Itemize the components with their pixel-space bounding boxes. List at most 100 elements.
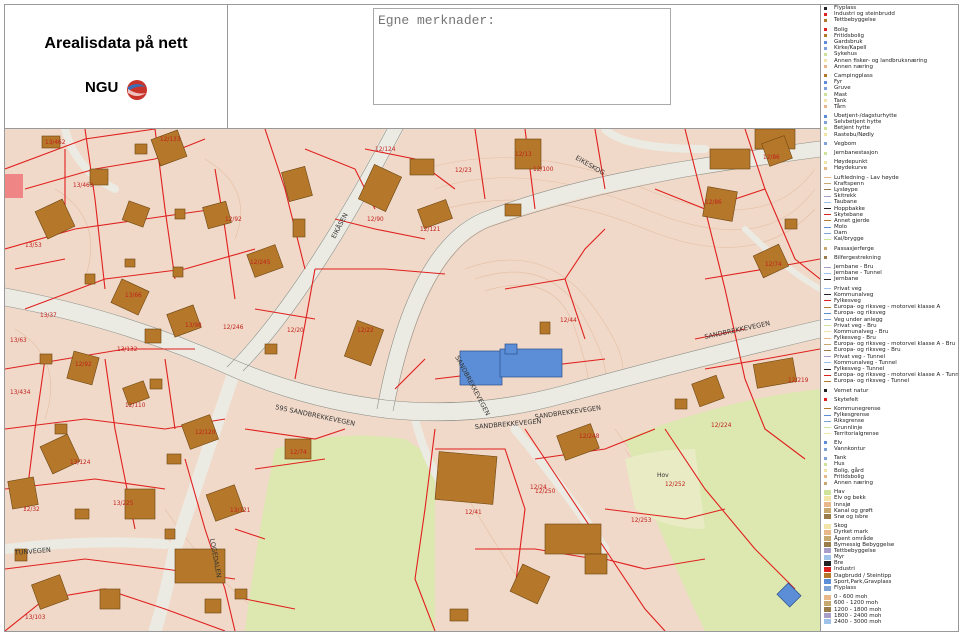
legend-symbol-icon xyxy=(824,65,827,69)
parcel-label: 13/37 xyxy=(40,313,57,319)
legend-label: Kommunalveg - Bru xyxy=(834,328,889,335)
legend-label: Gardsbruk xyxy=(834,39,863,46)
legend-symbol-icon xyxy=(824,80,827,84)
legend-label: Myr xyxy=(834,554,845,561)
legend-label: Hoppbakke xyxy=(834,205,865,212)
legend-label: Taubane xyxy=(834,199,858,206)
legend-symbol-icon xyxy=(824,502,831,508)
legend-symbol-icon xyxy=(824,34,827,38)
legend-symbol-icon xyxy=(824,52,827,56)
legend-symbol-icon xyxy=(824,59,827,63)
legend-symbol-icon xyxy=(824,272,831,274)
legend-symbol-icon xyxy=(824,433,831,435)
parcel-label: 13/132 xyxy=(117,347,138,353)
legend-symbol-icon xyxy=(824,93,827,97)
map-canvas[interactable]: SANDBREKKEVEGEN SANDBREKKEVEGENSANDBREKKE… xyxy=(5,129,820,631)
legend-symbol-icon xyxy=(824,374,831,376)
parcel-label: 13/98 xyxy=(185,323,202,329)
legend-symbol-icon xyxy=(824,133,827,137)
legend-symbol-icon xyxy=(824,6,827,10)
legend-symbol-icon xyxy=(824,294,831,296)
legend-symbol-icon xyxy=(824,349,831,351)
legend-label: Bolig xyxy=(834,26,848,33)
parcel-label: 12/86 xyxy=(763,155,780,161)
legend-symbol-icon xyxy=(824,306,831,308)
legend-symbol-icon xyxy=(824,469,827,473)
legend-symbol-icon xyxy=(824,160,827,164)
legend-symbol-icon xyxy=(824,441,827,445)
legend-symbol-icon xyxy=(824,579,831,585)
legend-label: Tank xyxy=(834,97,847,104)
legend-label: Dagbrudd / Steintipp xyxy=(834,572,892,579)
legend-label: Kirke/Kapell xyxy=(834,45,867,52)
legend-label: Annen næring xyxy=(834,480,874,487)
legend-label: Elv og bekk xyxy=(834,495,866,502)
legend-label: Europa- og riksveg - motorvei klasse A -… xyxy=(834,341,956,348)
parcel-label: 12/124 xyxy=(375,147,396,153)
notes-textarea[interactable] xyxy=(373,8,671,105)
legend-label: Kai/brygge xyxy=(834,236,864,243)
parcel-label: 12/44 xyxy=(560,318,577,324)
legend-label: Fylkesveg xyxy=(834,297,861,304)
legend-symbol-icon xyxy=(824,447,827,451)
legend-symbol-icon xyxy=(824,105,827,109)
legend-label: Skytebane xyxy=(834,211,864,218)
legend-item: Europa- og riksveg - motorvei klasse A -… xyxy=(821,341,958,347)
legend-symbol-icon xyxy=(824,266,831,268)
legend-symbol-icon xyxy=(824,232,831,234)
header-panel: Arealisdata på nett NGU xyxy=(4,4,821,129)
legend-label: Mast xyxy=(834,91,848,98)
legend-symbol-icon xyxy=(824,166,827,170)
legend-symbol-icon xyxy=(824,325,831,327)
legend-label: Riksgrense xyxy=(834,418,865,425)
parcel-label: 13/103 xyxy=(25,615,46,621)
legend-label: Fritidsbolig xyxy=(834,32,864,39)
legend-label: Dam xyxy=(834,230,847,237)
legend-symbol-icon xyxy=(824,389,827,393)
legend-symbol-icon xyxy=(824,99,827,103)
legend-label: Fylkesveg - Bru xyxy=(834,335,876,342)
legend-symbol-icon xyxy=(824,256,827,260)
parcel-label: 13/462 xyxy=(45,140,66,146)
legend-symbol-icon xyxy=(824,337,831,339)
legend-symbol-icon xyxy=(824,238,831,240)
legend-label: 2400 - 3000 moh xyxy=(834,618,882,625)
legend-symbol-icon xyxy=(824,414,831,416)
legend-label: Annen fisker- og landbruksnæring xyxy=(834,57,928,64)
legend-symbol-icon xyxy=(824,12,827,16)
legend-symbol-icon xyxy=(824,195,831,197)
legend-symbol-icon xyxy=(824,312,831,314)
parcel-label: 12/224 xyxy=(711,423,732,429)
legend-symbol-icon xyxy=(824,607,831,613)
legend-label: Selvbetjent hytte xyxy=(834,119,882,126)
map-view[interactable]: SANDBREKKEVEGEN SANDBREKKEVEGEN SANDBREKKE… xyxy=(4,128,821,632)
legend-symbol-icon xyxy=(824,183,831,185)
legend-item: Europa- og riksveg - motorvei klasse A xyxy=(821,304,958,310)
legend-symbol-icon xyxy=(824,331,831,333)
parcel-label: 12/20 xyxy=(287,328,304,334)
legend-symbol-icon xyxy=(824,600,831,606)
legend-label: Privat veg - Bru xyxy=(834,322,877,329)
parcel-label: 13/121 xyxy=(230,508,251,514)
parcel-label: 12/100 xyxy=(533,167,554,173)
legend-label: Vannkontur xyxy=(834,446,866,453)
legend-symbol-icon xyxy=(824,46,827,50)
legend-label: Flyplass xyxy=(834,5,857,12)
legend-symbol-icon xyxy=(824,208,831,210)
legend-symbol-icon xyxy=(824,566,831,572)
legend-symbol-icon xyxy=(824,189,831,191)
legend-symbol-icon xyxy=(824,142,827,146)
parcel-label: 12/252 xyxy=(665,482,686,488)
legend-symbol-icon xyxy=(824,356,831,358)
parcel-label: 12/121 xyxy=(420,227,441,233)
legend-symbol-icon xyxy=(824,619,831,625)
legend-label: 600 - 1200 moh xyxy=(834,600,878,607)
legend-label: Tårn xyxy=(834,103,846,110)
legend-label: Fritidsbolig xyxy=(834,473,864,480)
legend-symbol-icon xyxy=(824,420,831,422)
legend-symbol-icon xyxy=(824,201,831,203)
legend-symbol-icon xyxy=(824,560,831,566)
legend-symbol-icon xyxy=(824,300,831,302)
legend-label: Dyrket mark xyxy=(834,529,869,536)
legend-label: Kanal og grøft xyxy=(834,507,873,514)
